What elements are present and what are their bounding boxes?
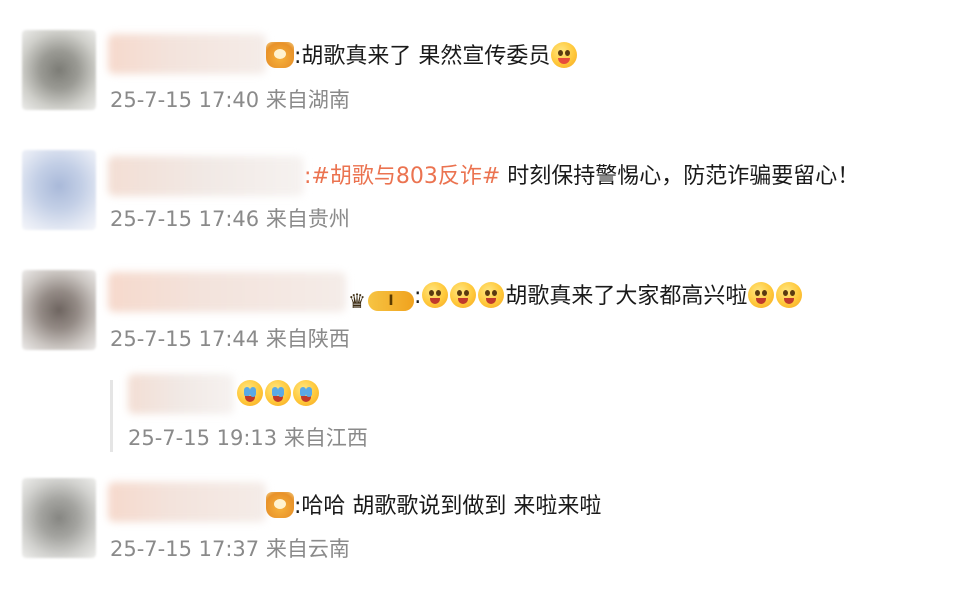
cry-emoji xyxy=(265,380,291,406)
avatar[interactable] xyxy=(22,30,96,110)
avatar[interactable] xyxy=(22,270,96,350)
crown-badge-icon xyxy=(266,492,294,518)
heart-face-emoji xyxy=(551,42,578,68)
username-blurred[interactable] xyxy=(128,374,234,414)
comment-meta: 25-7-15 17:37 来自云南 xyxy=(110,537,350,561)
comment-text: :哈哈 胡歌歌说到做到 来啦来啦 xyxy=(266,492,601,522)
smile-emoji xyxy=(450,282,477,308)
comment-meta: 25-7-15 17:44 来自陕西 xyxy=(110,327,350,351)
username-blurred[interactable] xyxy=(108,156,304,196)
comment-meta: 25-7-15 17:46 来自贵州 xyxy=(110,207,350,231)
comment-text: ♛ I: 胡歌真来了大家都高兴啦 xyxy=(346,282,803,314)
reply-meta: 25-7-15 19:13 来自江西 xyxy=(128,426,368,450)
cry-emoji xyxy=(237,380,263,406)
avatar[interactable] xyxy=(22,150,96,230)
crown-star-icon: ♛ xyxy=(348,289,366,313)
comment-text: :胡歌真来了 果然宣传委员 xyxy=(266,42,578,72)
username-blurred[interactable] xyxy=(108,34,266,74)
crown-badge-icon xyxy=(266,42,294,68)
smile-emoji xyxy=(776,282,803,308)
username-blurred[interactable] xyxy=(108,272,346,312)
topic-link[interactable]: :#胡歌与803反诈# xyxy=(304,164,500,189)
smile-emoji xyxy=(422,282,449,308)
reply-divider xyxy=(110,380,113,452)
comment-meta: 25-7-15 17:40 来自湖南 xyxy=(110,88,350,112)
username-blurred[interactable] xyxy=(108,482,266,522)
cry-emoji xyxy=(293,380,319,406)
comment-text: :#胡歌与803反诈# 时刻保持警惕心，防范诈骗要留心！ xyxy=(304,164,860,189)
smile-emoji xyxy=(478,282,505,308)
reply-text xyxy=(236,380,320,410)
level-badge-icon: ♛ I xyxy=(348,288,414,314)
avatar[interactable] xyxy=(22,478,96,558)
smile-emoji xyxy=(748,282,775,308)
